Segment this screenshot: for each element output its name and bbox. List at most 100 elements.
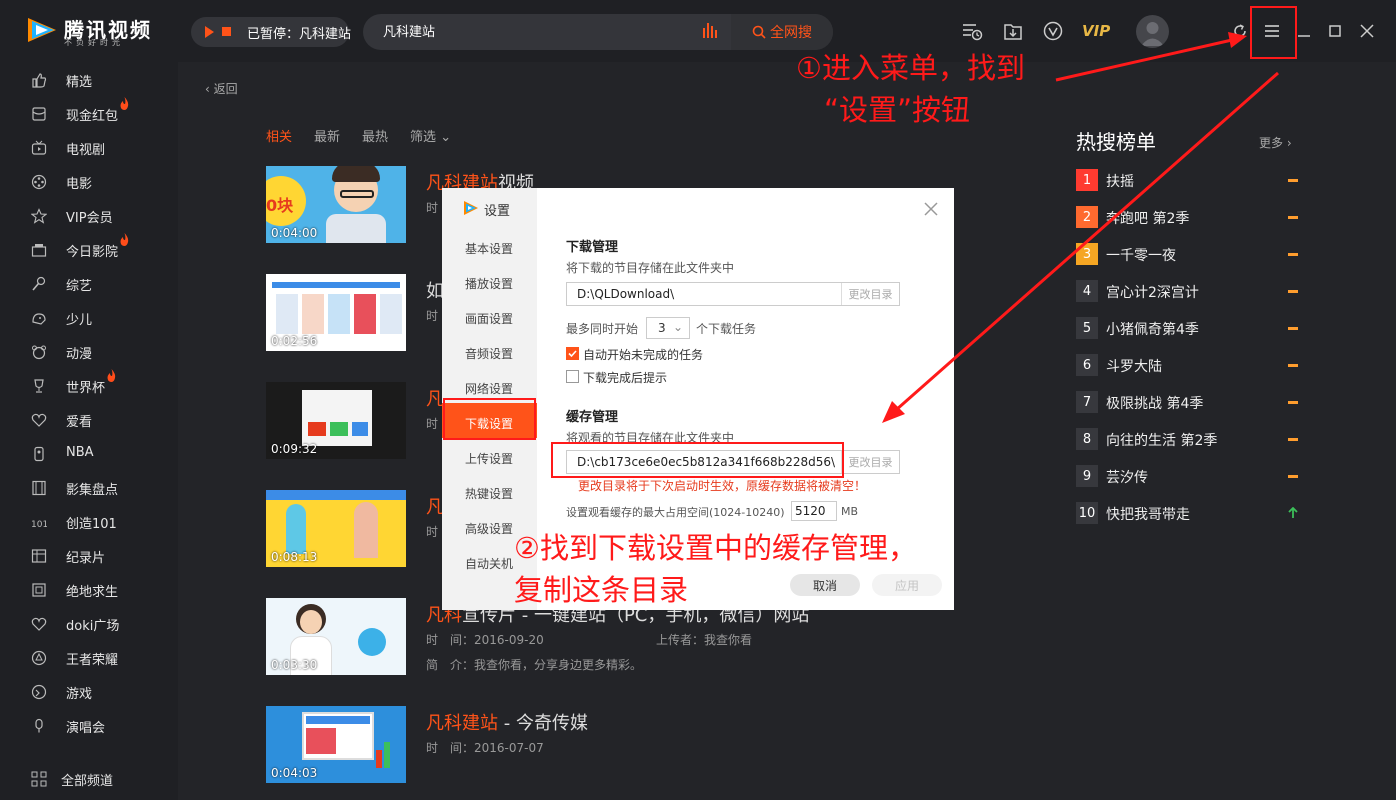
sidebar-item[interactable]: 动漫 xyxy=(0,337,178,367)
sidebar-item[interactable]: NBA xyxy=(0,439,178,469)
all-channels-button[interactable]: 全部频道 xyxy=(0,764,178,794)
download-icon[interactable] xyxy=(1002,20,1024,42)
playlist-history-icon[interactable] xyxy=(961,20,983,42)
hot-item-name: 向往的生活 第2季 xyxy=(1106,433,1218,449)
stop-icon[interactable] xyxy=(222,27,231,36)
tab-filter[interactable]: 筛选 ⌄ xyxy=(410,126,451,145)
vip-link[interactable]: VIP xyxy=(1082,22,1110,40)
sidebar-item-label: 电视剧 xyxy=(66,143,106,158)
search-input[interactable] xyxy=(383,23,683,38)
tencent-video-logo-icon xyxy=(464,201,478,215)
tab-related[interactable]: 相关 xyxy=(266,126,292,145)
video-duration: 0:04:03 xyxy=(271,766,318,780)
settings-tab[interactable]: 基本设置 xyxy=(442,228,537,263)
video-thumbnail[interactable]: 0:04:03 xyxy=(266,706,406,783)
sidebar-item[interactable]: 少儿 xyxy=(0,303,178,333)
refresh-icon[interactable] xyxy=(1231,22,1249,40)
sidebar-item-label: NBA xyxy=(66,445,94,460)
result-meta: 时 间：2016-07-07 xyxy=(426,741,544,755)
tab-latest[interactable]: 最新 xyxy=(314,126,340,145)
video-thumbnail[interactable]: 0:03:30 xyxy=(266,598,406,675)
settings-tab[interactable]: 上传设置 xyxy=(442,438,537,473)
video-thumbnail[interactable]: 0:08:13 xyxy=(266,490,406,567)
sidebar-item[interactable]: 电影 xyxy=(0,167,178,197)
sidebar-item[interactable]: 爱看 xyxy=(0,405,178,435)
sidebar-item[interactable]: 王者荣耀 xyxy=(0,643,178,673)
dialog-close-icon[interactable] xyxy=(922,200,940,218)
sidebar-item[interactable]: doki广场 xyxy=(0,609,178,639)
rank-badge: 5 xyxy=(1076,317,1098,339)
sidebar-item[interactable]: VIP会员 xyxy=(0,201,178,231)
sidebar-item[interactable]: 综艺 xyxy=(0,269,178,299)
rank-badge: 2 xyxy=(1076,206,1098,228)
sidebar-item[interactable]: 绝地求生 xyxy=(0,575,178,605)
trend-flat-icon xyxy=(1288,438,1298,441)
result-meta: 时 xyxy=(426,309,439,323)
hot-search-item[interactable]: 2 奔跑吧 第2季 xyxy=(1076,206,1298,228)
sidebar-item[interactable]: 电视剧 xyxy=(0,133,178,163)
hot-search-item[interactable]: 4 宫心计2深宫计 xyxy=(1076,280,1298,302)
annotation-step2-line1: ②找到下载设置中的缓存管理， xyxy=(514,531,917,565)
anime-icon xyxy=(32,345,46,360)
download-path-field[interactable]: D:\QLDownload\ 更改目录 xyxy=(566,282,900,306)
hot-search-item[interactable]: 7 极限挑战 第4季 xyxy=(1076,391,1298,413)
settings-tab[interactable]: 热键设置 xyxy=(442,473,537,508)
hot-search-item[interactable]: 10 快把我哥带走 xyxy=(1076,502,1298,524)
cache-change-button[interactable]: 更改目录 xyxy=(841,451,899,473)
back-link[interactable]: ‹ 返回 xyxy=(205,80,238,97)
hot-search-item[interactable]: 6 斗罗大陆 xyxy=(1076,354,1298,376)
result-title[interactable]: 凡科建站 - 今奇传媒 xyxy=(426,709,588,735)
settings-tab[interactable]: 播放设置 xyxy=(442,263,537,298)
cache-section-title: 缓存管理 xyxy=(566,410,619,425)
minimize-icon[interactable] xyxy=(1295,22,1313,40)
rank-badge: 3 xyxy=(1076,243,1098,265)
vip-badge-icon[interactable] xyxy=(1042,20,1064,42)
search-icon xyxy=(752,25,766,39)
sidebar-item[interactable]: 演唱会 xyxy=(0,711,178,741)
player-status[interactable]: 已暂停：凡科建站 xyxy=(247,23,351,42)
hot-search-item[interactable]: 5 小猪佩奇第4季 xyxy=(1076,317,1298,339)
maximize-icon[interactable] xyxy=(1326,22,1344,40)
chevron-down-icon: ⌄ xyxy=(673,320,684,334)
sidebar-item-label: 电影 xyxy=(66,177,93,192)
trend-flat-icon xyxy=(1288,401,1298,404)
sidebar-item[interactable]: 今日影院 xyxy=(0,233,178,265)
filter-tabs: 相关 最新 最热 筛选 ⌄ xyxy=(266,126,451,145)
settings-tab[interactable]: 画面设置 xyxy=(442,298,537,333)
video-thumbnail[interactable]: 0:09:32 xyxy=(266,382,406,459)
tab-hottest[interactable]: 最热 xyxy=(362,126,388,145)
hot-search-item[interactable]: 3 一千零一夜 xyxy=(1076,243,1298,265)
trend-flat-icon xyxy=(1288,179,1298,182)
search-all-button[interactable]: 全网搜 xyxy=(731,14,833,50)
cache-size-input[interactable]: 5120 xyxy=(791,501,837,521)
hot-search-item[interactable]: 1 扶摇 xyxy=(1076,169,1298,191)
sidebar-item[interactable]: 世界杯 xyxy=(0,369,178,401)
avatar[interactable] xyxy=(1136,15,1169,48)
voice-search-icon[interactable] xyxy=(702,23,718,38)
sidebar-item[interactable]: 精选 xyxy=(0,65,178,95)
sidebar-item-label: 演唱会 xyxy=(66,721,106,736)
search-all-label: 全网搜 xyxy=(770,25,812,41)
sidebar-item[interactable]: 101 创造101 xyxy=(0,507,178,537)
download-change-button[interactable]: 更改目录 xyxy=(841,283,899,305)
max-tasks-suffix: 个下载任务 xyxy=(696,322,757,336)
auto-start-checkbox[interactable] xyxy=(566,347,579,360)
close-icon[interactable] xyxy=(1358,22,1376,40)
kings-icon xyxy=(31,650,47,666)
sidebar-item[interactable]: 影集盘点 xyxy=(0,473,178,503)
settings-tab[interactable]: 音频设置 xyxy=(442,333,537,368)
sidebar-item[interactable]: 现金红包 xyxy=(0,97,178,129)
sidebar-item-label: 少儿 xyxy=(66,313,93,328)
sidebar-item[interactable]: 游戏 xyxy=(0,677,178,707)
hot-search-item[interactable]: 9 芸汐传 xyxy=(1076,465,1298,487)
hot-search-item[interactable]: 8 向往的生活 第2季 xyxy=(1076,428,1298,450)
video-thumbnail[interactable]: 0:02:56 xyxy=(266,274,406,351)
sidebar-item[interactable]: 纪录片 xyxy=(0,541,178,571)
notify-checkbox[interactable] xyxy=(566,370,579,383)
play-icon[interactable] xyxy=(205,26,214,38)
more-label: 更多 xyxy=(1259,136,1284,150)
hot-more-link[interactable]: 更多 › xyxy=(1259,134,1292,151)
max-tasks-select[interactable]: 3 ⌄ xyxy=(646,317,690,339)
chevron-right-icon: › xyxy=(1286,136,1292,150)
video-thumbnail[interactable]: 0块 0:04:00 xyxy=(266,166,406,243)
